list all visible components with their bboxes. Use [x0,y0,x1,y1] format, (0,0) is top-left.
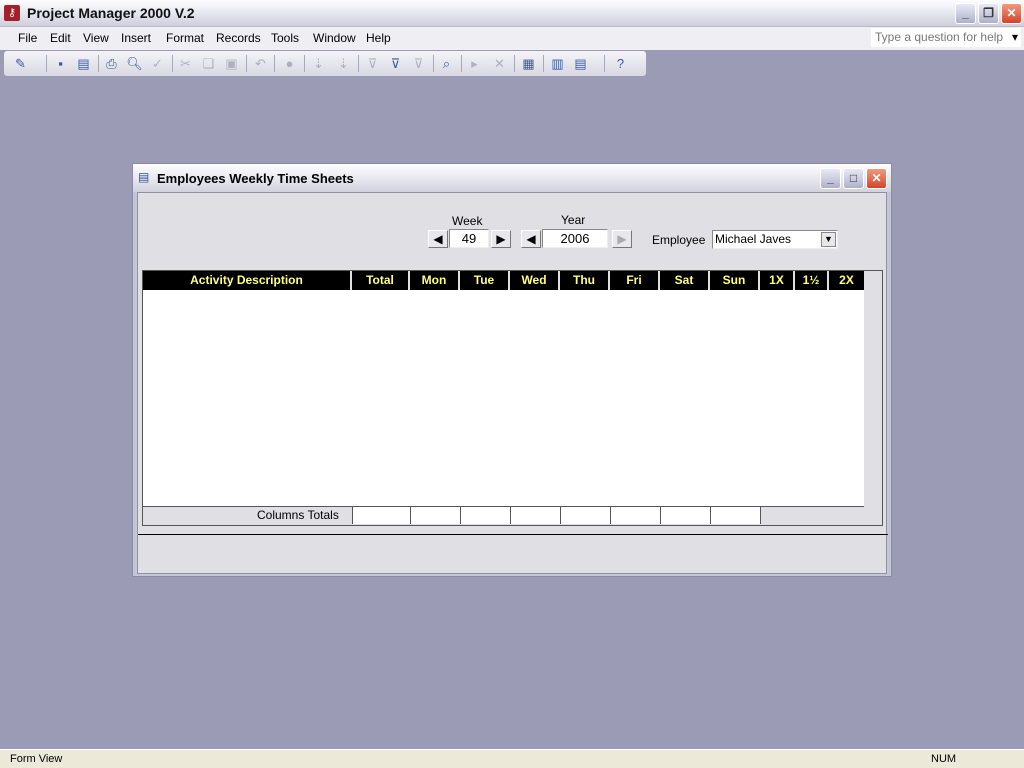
col-1-5x: 1½ [795,271,829,290]
filter-by-form-icon[interactable]: ⊽ [387,55,404,72]
total-wed [510,507,561,524]
col-total: Total [352,271,410,290]
total-thu [560,507,611,524]
employee-value: Michael Javes [715,232,792,246]
year-field[interactable]: 2006 [542,229,608,248]
total-sat [660,507,711,524]
print-icon[interactable]: ⎙ [103,55,120,72]
copy-icon[interactable]: ❏ [200,55,217,72]
col-mon: Mon [410,271,460,290]
sort-ascending-icon[interactable]: ⇣ [310,55,327,72]
col-sun: Sun [710,271,760,290]
cut-icon[interactable]: ✂ [177,55,194,72]
insert-hyperlink-icon[interactable]: ● [281,55,298,72]
menu-view[interactable]: View [83,31,109,45]
col-2x: 2X [839,273,854,287]
form-title: Employees Weekly Time Sheets [157,171,354,186]
database-window-icon[interactable]: ▥ [549,55,566,72]
col-fri: Fri [610,271,660,290]
col-thu: Thu [560,271,610,290]
total-fri [610,507,661,524]
design-view-icon[interactable]: ✎ [12,55,29,72]
col-sat: Sat [660,271,710,290]
save-icon[interactable]: ▪ [52,55,69,72]
form-divider [138,534,888,535]
status-bar: Form View NUM [0,749,1024,768]
minimize-button[interactable]: _ [955,3,976,24]
help-placeholder: Type a question for help [875,30,1004,44]
help-dropdown-icon[interactable]: ▾ [1012,30,1018,44]
app-title-bar: ⚷ Project Manager 2000 V.2 _ ❐ ✕ [0,0,1024,27]
app-title: Project Manager 2000 V.2 [27,5,195,21]
menu-edit[interactable]: Edit [50,31,71,45]
col-wed: Wed [510,271,560,290]
total-total [352,507,411,524]
form-close-button[interactable]: ✕ [866,168,887,189]
week-field[interactable]: 49 [449,229,489,248]
undo-icon[interactable]: ↶ [252,55,269,72]
form-maximize-button[interactable]: □ [843,168,864,189]
col-1x: 1X [760,271,795,290]
menu-window[interactable]: Window [313,31,356,45]
timesheet-form-window: ▤ Employees Weekly Time Sheets _ □ ✕ Wee… [132,163,892,577]
help-icon[interactable]: ? [612,55,629,72]
menu-tools[interactable]: Tools [271,31,299,45]
filter-by-selection-icon[interactable]: ⊽ [364,55,381,72]
status-num-lock: NUM [931,753,957,765]
access-key-icon: ⚷ [4,5,20,21]
week-next-button[interactable]: ▶ [491,230,511,248]
total-tue [460,507,511,524]
new-record-icon[interactable]: ▸ [466,55,483,72]
week-label: Week [452,214,483,228]
menu-format[interactable]: Format [166,31,204,45]
employee-dropdown-icon[interactable]: ▼ [821,232,836,247]
close-button[interactable]: ✕ [1001,3,1022,24]
timesheet-subform: Activity Description Total Mon Tue Wed T… [142,270,883,526]
find-icon[interactable]: ⌕ [438,55,455,72]
print-preview-icon[interactable]: 🔍︎ [126,55,143,72]
menu-insert[interactable]: Insert [121,31,151,45]
form-body: Week ◀ 49 ▶ Year ◀ 2006 ▶ Employee Micha… [137,192,888,574]
year-label: Year [561,213,586,227]
employee-label: Employee [652,233,706,247]
columns-totals-label: Columns Totals [257,508,339,522]
properties-icon[interactable]: ▦ [520,55,537,72]
menu-records[interactable]: Records [216,31,261,45]
spelling-icon[interactable]: ✓ [149,55,166,72]
col-tue: Tue [460,271,510,290]
delete-record-icon[interactable]: ✕ [491,55,508,72]
menu-help[interactable]: Help [366,31,391,45]
year-next-button[interactable]: ▶ [612,230,632,248]
grid-rows-area[interactable] [143,290,864,506]
total-sun [710,507,761,524]
grid-header: Activity Description Total Mon Tue Wed T… [143,271,864,290]
form-minimize-button[interactable]: _ [820,168,841,189]
sort-descending-icon[interactable]: ⇣ [335,55,352,72]
total-mon [410,507,461,524]
help-question-input[interactable]: Type a question for help ▾ [871,28,1021,47]
columns-totals-row: Columns Totals [143,506,864,524]
new-object-icon[interactable]: ▤ [572,55,589,72]
employee-combobox[interactable]: Michael Javes ▼ [712,230,838,249]
toolbar: ✎ ▪ ▤ ⎙ 🔍︎ ✓ ✂ ❏ ▣ ↶ ● ⇣ ⇣ ⊽ ⊽ ⊽ ⌕ ▸ ✕ ▦… [4,51,646,76]
paste-icon[interactable]: ▣ [223,55,240,72]
status-view-mode: Form View [10,753,63,765]
print-preview-db-icon[interactable]: ▤ [75,55,92,72]
restore-button[interactable]: ❐ [978,3,999,24]
col-activity-description: Activity Description [143,271,352,290]
menu-file[interactable]: File [18,31,37,45]
form-title-bar: ▤ Employees Weekly Time Sheets _ □ ✕ [133,164,891,192]
year-prev-button[interactable]: ◀ [521,230,541,248]
apply-filter-icon[interactable]: ⊽ [410,55,427,72]
week-prev-button[interactable]: ◀ [428,230,448,248]
form-icon: ▤ [138,170,150,184]
